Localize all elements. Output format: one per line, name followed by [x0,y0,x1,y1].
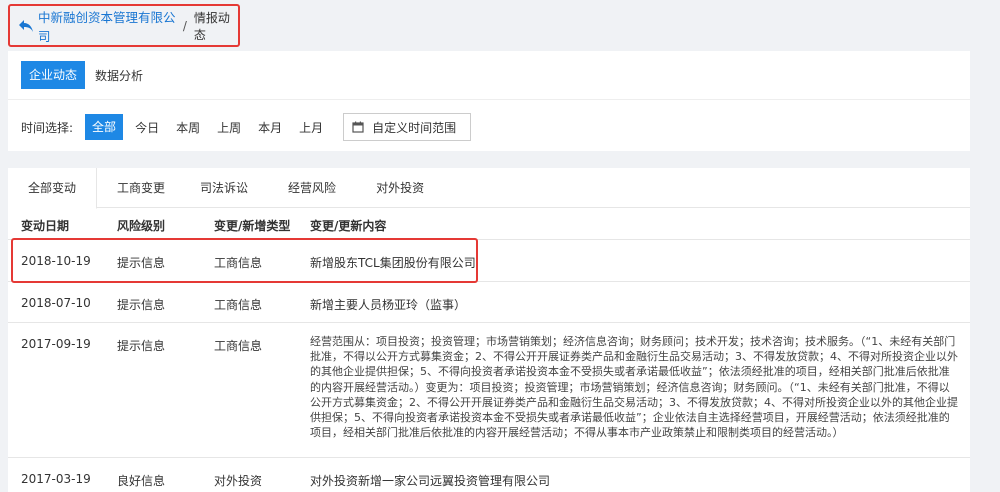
custom-range-button[interactable]: 自定义时间范围 [343,113,472,141]
highlight-box [11,238,478,283]
row-content: 新增主要人员杨亚玲（监事） [310,298,467,312]
time-option-this-month[interactable]: 本月 [258,119,282,136]
calendar-icon [352,121,364,133]
tab-investments[interactable]: 对外投资 [356,168,444,208]
filter-panel: 企业动态 数据分析 时间选择: 全部 今日 本周 上周 本月 上月 自定义时间范… [8,51,970,151]
row-change-type: 工商信息 [214,339,263,353]
time-filter: 时间选择: 全部 今日 本周 上周 本月 上月 自定义时间范围 [21,113,472,141]
header-change-type: 变更/新增类型 [214,219,291,233]
breadcrumb-company-link[interactable]: 中新融创资本管理有限公司 [38,7,176,45]
table-row: 2017-09-19 提示信息 工商信息 经营范围从：项目投资；投资管理；市场营… [8,324,970,458]
row-content: 对外投资新增一家公司远翼投资管理有限公司 [310,474,551,488]
tab-all-changes[interactable]: 全部变动 [8,168,98,209]
row-date: 2017-09-19 [21,337,91,351]
row-risk-level: 提示信息 [117,339,166,353]
tab-operating-risk[interactable]: 经营风险 [268,168,356,208]
back-arrow-icon[interactable] [18,19,34,33]
custom-range-label: 自定义时间范围 [372,120,457,135]
breadcrumb: 中新融创资本管理有限公司 / 情报动态 [8,4,240,47]
tab-business-changes[interactable]: 工商变更 [97,168,180,208]
time-option-today[interactable]: 今日 [135,119,159,136]
category-tabs: 全部变动 工商变更 司法诉讼 经营风险 对外投资 [8,168,970,209]
header-date: 变动日期 [21,219,70,233]
tab-data-analysis[interactable]: 数据分析 [95,67,143,84]
table-row: 2018-07-10 提示信息 工商信息 新增主要人员杨亚玲（监事） [8,283,970,323]
time-option-last-week[interactable]: 上周 [217,119,241,136]
tab-litigation[interactable]: 司法诉讼 [180,168,268,208]
row-content: 经营范围从：项目投资；投资管理；市场营销策划；经济信息咨询；财务顾问；技术开发；… [310,335,958,440]
time-option-all[interactable]: 全部 [85,114,124,140]
time-option-last-month[interactable]: 上月 [299,119,323,136]
breadcrumb-separator: / [182,18,187,33]
time-filter-label: 时间选择: [21,120,74,135]
row-change-type: 工商信息 [214,298,263,312]
row-date: 2018-07-10 [21,296,91,310]
view-tabs: 企业动态 数据分析 [21,61,143,89]
header-risk-level: 风险级别 [117,219,166,233]
table-row: 2017-03-19 良好信息 对外投资 对外投资新增一家公司远翼投资管理有限公… [8,459,970,492]
row-date: 2017-03-19 [21,472,91,486]
row-risk-level: 良好信息 [117,474,166,488]
tab-enterprise-news[interactable]: 企业动态 [21,61,86,89]
divider [8,99,970,100]
changes-panel: 全部变动 工商变更 司法诉讼 经营风险 对外投资 变动日期 风险级别 变更/新增… [8,168,970,492]
table-header: 变动日期 风险级别 变更/新增类型 变更/更新内容 [8,209,970,240]
breadcrumb-current: 情报动态 [193,10,230,42]
header-content: 变更/更新内容 [310,219,387,233]
time-option-this-week[interactable]: 本周 [176,119,200,136]
row-risk-level: 提示信息 [117,298,166,312]
row-change-type: 对外投资 [214,474,263,488]
